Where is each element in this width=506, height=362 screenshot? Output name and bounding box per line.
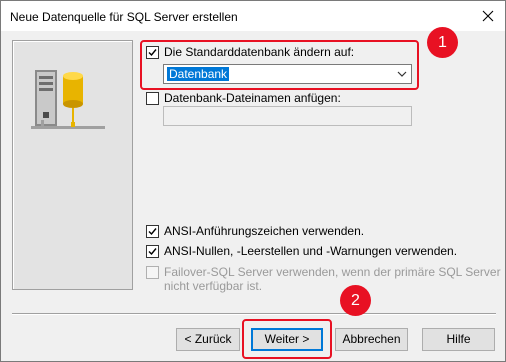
annotation-box-2 <box>242 319 332 359</box>
database-server-icon <box>31 70 105 129</box>
checkbox-box[interactable] <box>146 92 159 105</box>
ansi-nulls-checkbox[interactable]: ANSI-Nullen, -Leerstellen und -Warnungen… <box>146 244 457 258</box>
back-button[interactable]: < Zurück <box>176 328 240 351</box>
failover-checkbox[interactable]: Failover-SQL Server verwenden, wenn der … <box>146 265 501 293</box>
ansi-quotes-checkbox[interactable]: ANSI-Anführungszeichen verwenden. <box>146 224 364 238</box>
dialog-window: Neue Datenquelle für SQL Server erstelle… <box>0 0 506 362</box>
close-icon <box>482 10 494 22</box>
annotation-box-1 <box>140 40 419 90</box>
window-title: Neue Datenquelle für SQL Server erstelle… <box>10 10 238 24</box>
attach-db-filename-label: Datenbank-Dateinamen anfügen: <box>164 91 341 105</box>
failover-label-line2: nicht verfügbar ist. <box>164 279 263 293</box>
checkbox-box[interactable] <box>146 245 159 258</box>
failover-label: Failover-SQL Server verwenden, wenn der … <box>164 265 501 293</box>
checkmark-icon <box>148 228 157 236</box>
annotation-badge-2: 2 <box>340 285 371 316</box>
failover-label-line1: Failover-SQL Server verwenden, wenn der … <box>164 265 501 279</box>
ansi-quotes-label: ANSI-Anführungszeichen verwenden. <box>164 224 365 238</box>
title-bar: Neue Datenquelle für SQL Server erstelle… <box>1 1 505 31</box>
annotation-badge-1: 1 <box>427 27 458 58</box>
cancel-button[interactable]: Abbrechen <box>335 328 408 351</box>
db-filename-field[interactable] <box>163 106 412 126</box>
separator <box>12 313 496 315</box>
checkbox-box[interactable] <box>146 266 159 279</box>
checkbox-box[interactable] <box>146 225 159 238</box>
close-button[interactable] <box>471 1 505 31</box>
checkmark-icon <box>148 248 157 256</box>
help-button[interactable]: Hilfe <box>422 328 495 351</box>
attach-db-filename-checkbox[interactable]: Datenbank-Dateinamen anfügen: <box>146 91 341 105</box>
wizard-image-panel <box>12 40 133 290</box>
ansi-nulls-label: ANSI-Nullen, -Leerstellen und -Warnungen… <box>164 244 458 258</box>
